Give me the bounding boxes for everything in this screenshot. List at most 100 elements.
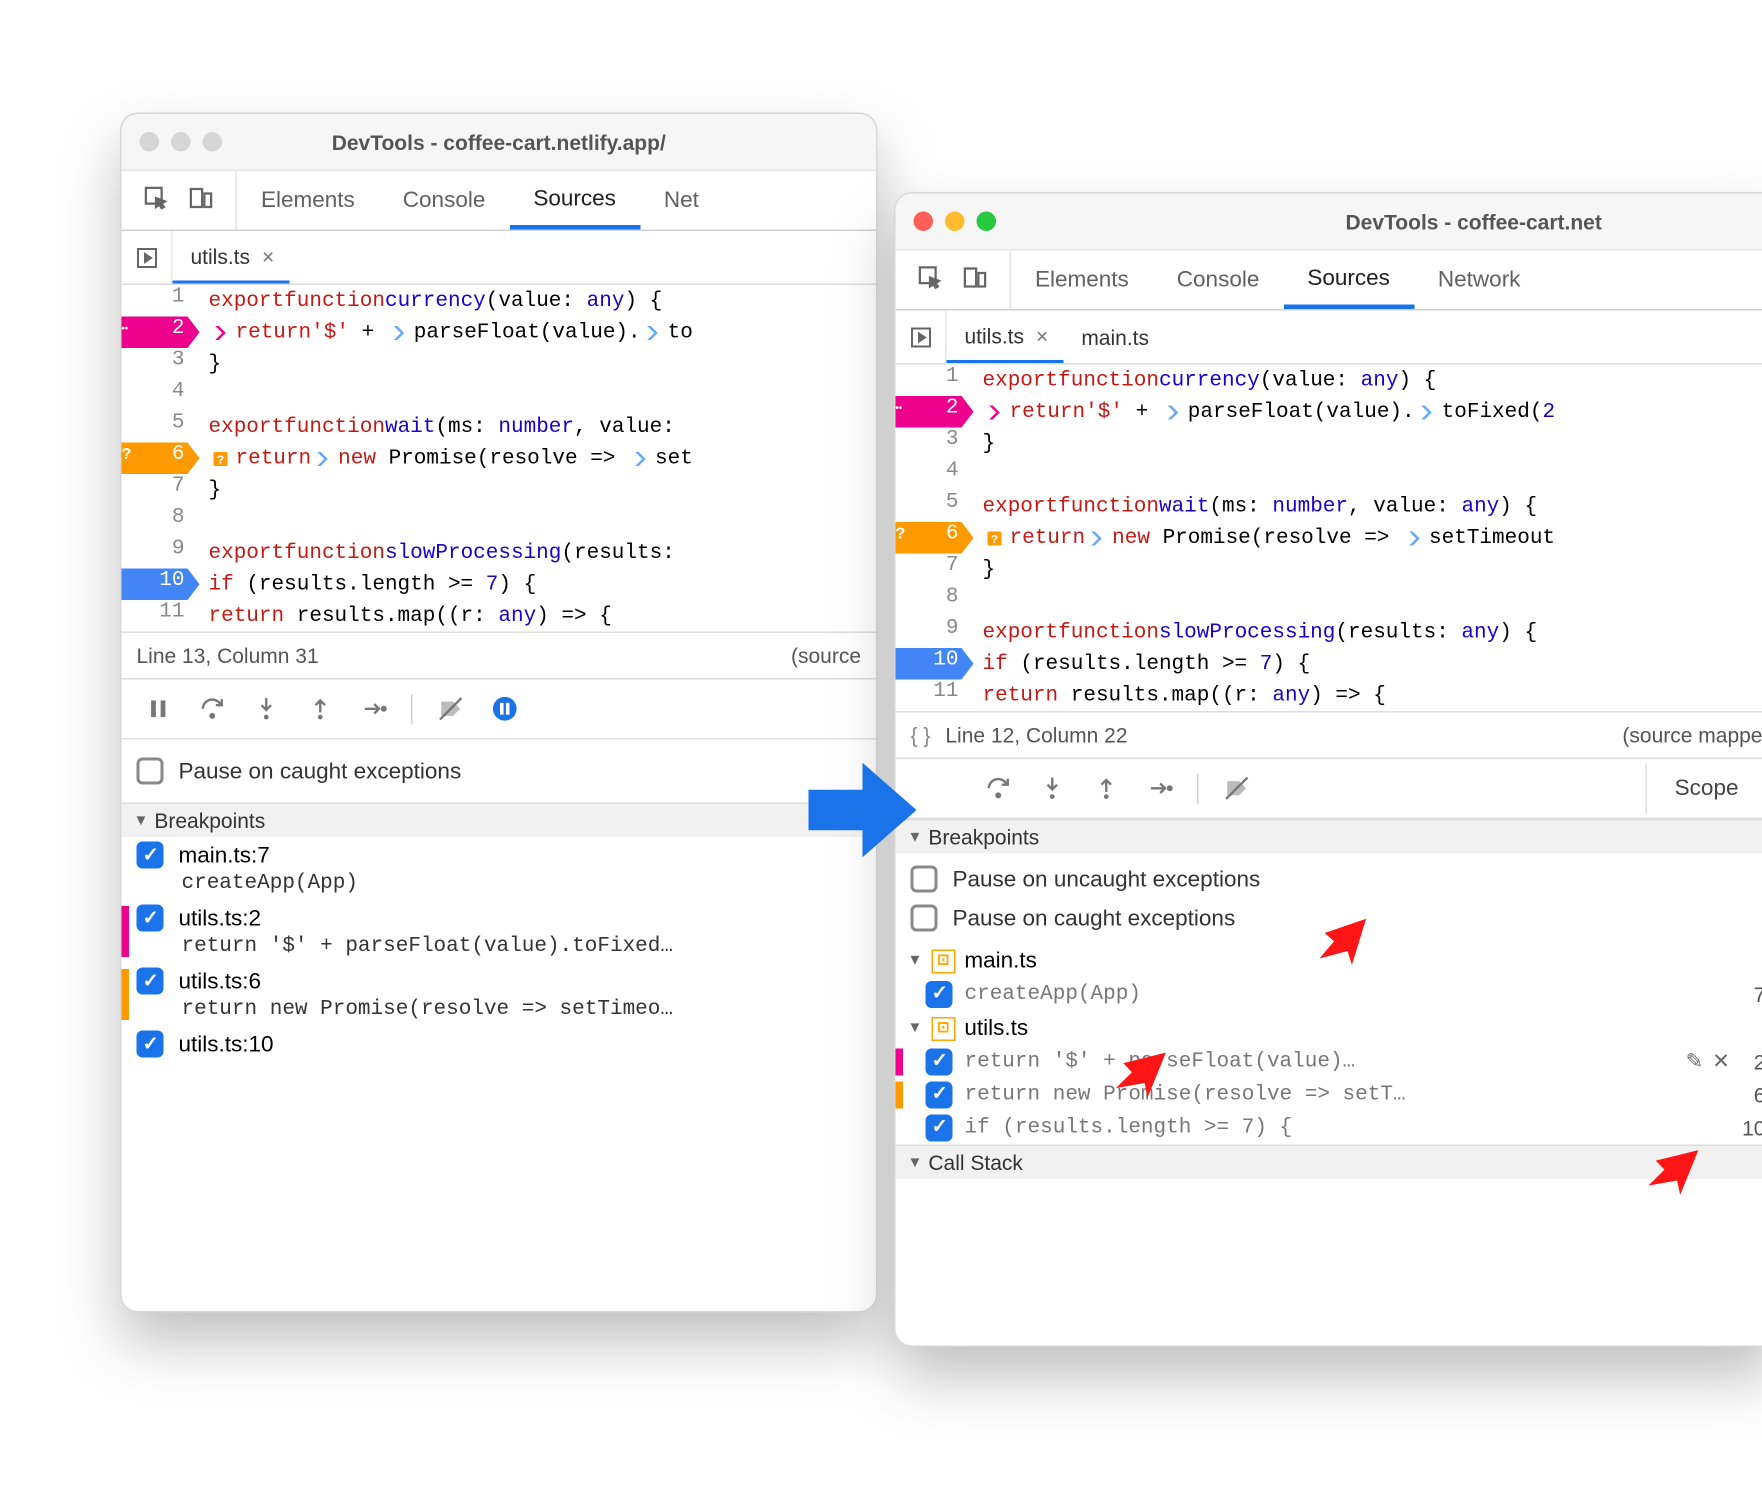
breakpoint-item[interactable]: utils.ts:10 [122, 1026, 877, 1062]
code-editor[interactable]: 1export function currency(value: any) {2… [122, 285, 877, 632]
file-tab-utils[interactable]: utils.ts × [173, 231, 290, 284]
checkbox-icon[interactable] [926, 981, 953, 1008]
step-icon[interactable] [350, 685, 398, 733]
zoom-icon[interactable] [977, 212, 997, 232]
disclosure-icon: ▼ [908, 953, 923, 970]
breakpoint-line: 10 [1730, 1116, 1762, 1140]
device-icon[interactable] [188, 184, 215, 217]
window-controls [140, 132, 223, 152]
step-into-icon[interactable] [1028, 764, 1076, 812]
tab-sources[interactable]: Sources [509, 171, 640, 230]
step-out-icon[interactable] [296, 685, 344, 733]
checkbox-icon[interactable] [911, 905, 938, 932]
section-label: Call Stack [928, 1151, 1023, 1175]
breakpoint-item[interactable]: return new Promise(resolve => setT… 6 [896, 1079, 1762, 1112]
checkbox-icon[interactable] [137, 968, 164, 995]
checkbox-icon[interactable] [137, 758, 164, 785]
zoom-icon[interactable] [203, 132, 223, 152]
file-icon: ⊡ [931, 1016, 955, 1040]
tab-elements[interactable]: Elements [1011, 251, 1153, 310]
inspect-tools [896, 251, 1012, 310]
breakpoint-file-group[interactable]: ▼⊡utils.ts [896, 1011, 1762, 1046]
breakpoint-code: return new Promise(resolve => setT… [965, 1083, 1730, 1107]
file-tab-main[interactable]: main.ts [1063, 311, 1161, 364]
divider [1197, 773, 1199, 803]
checkbox-icon[interactable] [137, 842, 164, 869]
close-icon[interactable] [914, 212, 934, 232]
window-title: DevTools - coffee-cart.net [896, 209, 1762, 233]
debugger-toolbar: Scope [896, 759, 1762, 819]
file-tab-utils[interactable]: utils.ts × [947, 311, 1064, 364]
titlebar: DevTools - coffee-cart.net [896, 194, 1762, 251]
pause-exceptions-icon[interactable] [480, 685, 528, 733]
pause-caught-checkbox[interactable]: Pause on caught exceptions [122, 752, 877, 791]
breakpoint-file: utils.ts:10 [179, 1031, 274, 1057]
breakpoints-list: main.ts:7createApp(App)utils.ts:2return … [122, 837, 877, 1062]
close-icon[interactable]: × [1033, 323, 1051, 347]
step-over-icon[interactable] [188, 685, 236, 733]
breakpoint-actions: ✎✕ [1686, 1049, 1730, 1075]
tab-console[interactable]: Console [379, 171, 510, 230]
status-bar: Line 13, Column 31 (source [122, 632, 877, 680]
step-into-icon[interactable] [242, 685, 290, 733]
code-editor[interactable]: 1export function currency(value: any) {2… [896, 365, 1762, 712]
file-name: utils.ts [964, 1016, 1028, 1042]
source-map-label: (source [791, 644, 861, 668]
deactivate-breakpoints-icon[interactable] [1212, 764, 1260, 812]
breakpoint-item[interactable]: utils.ts:6return new Promise(resolve => … [122, 963, 877, 1026]
breakpoint-item[interactable]: utils.ts:2return '$' + parseFloat(value)… [122, 900, 877, 963]
file-name: main.ts [964, 948, 1037, 974]
breakpoint-item[interactable]: if (results.length >= 7) { 10 [896, 1112, 1762, 1145]
section-label: Breakpoints [154, 809, 265, 833]
step-icon[interactable] [1136, 764, 1184, 812]
minimize-icon[interactable] [171, 132, 191, 152]
file-tabs: utils.ts × main.ts [896, 311, 1762, 365]
tab-console[interactable]: Console [1153, 251, 1284, 310]
deactivate-breakpoints-icon[interactable] [426, 685, 474, 733]
inspect-icon[interactable] [917, 263, 944, 296]
scope-tab[interactable]: Scope [1646, 764, 1762, 814]
tab-network[interactable]: Network [1414, 251, 1545, 310]
checkbox-icon[interactable] [926, 1049, 953, 1076]
disclosure-icon: ▼ [134, 812, 149, 829]
breakpoints-header[interactable]: ▼ Breakpoints [896, 819, 1762, 854]
tab-network[interactable]: Net [640, 171, 723, 230]
checkbox-label: Pause on caught exceptions [953, 905, 1236, 931]
debugger-toolbar [122, 680, 877, 740]
checkbox-label: Pause on uncaught exceptions [953, 866, 1261, 892]
window-controls [914, 212, 997, 232]
file-tab-label: utils.ts [965, 323, 1025, 347]
status-bar: { } Line 12, Column 22 (source mappe [896, 711, 1762, 759]
step-over-icon[interactable] [974, 764, 1022, 812]
breakpoint-line: 7 [1742, 983, 1762, 1007]
checkbox-icon[interactable] [137, 1031, 164, 1058]
breakpoint-line: 2 [1742, 1050, 1762, 1074]
minimize-icon[interactable] [945, 212, 965, 232]
navigator-icon[interactable] [122, 231, 173, 284]
breakpoints-header[interactable]: ▼ Breakpoints [122, 803, 877, 838]
breakpoint-code: return new Promise(resolve => setTimeo… [137, 995, 865, 1022]
breakpoint-code: if (results.length >= 7) { [965, 1116, 1719, 1140]
breakpoint-item[interactable]: main.ts:7createApp(App) [122, 837, 877, 900]
inspect-icon[interactable] [143, 184, 170, 217]
breakpoint-file: utils.ts:2 [179, 905, 262, 931]
step-out-icon[interactable] [1082, 764, 1130, 812]
checkbox-icon[interactable] [137, 905, 164, 932]
edit-icon[interactable]: ✎ [1686, 1049, 1704, 1075]
remove-icon[interactable]: ✕ [1712, 1049, 1730, 1075]
checkbox-icon[interactable] [926, 1115, 953, 1142]
panel-tabs: Elements Console Sources Net [122, 171, 877, 231]
close-icon[interactable]: × [259, 244, 277, 268]
device-icon[interactable] [962, 263, 989, 296]
pause-icon[interactable] [134, 685, 182, 733]
breakpoint-code: return '$' + parseFloat(value).toFixed… [137, 932, 865, 959]
tab-sources[interactable]: Sources [1283, 251, 1414, 310]
navigator-icon[interactable] [896, 311, 947, 364]
tab-elements[interactable]: Elements [237, 171, 379, 230]
breakpoint-line: 6 [1742, 1083, 1762, 1107]
svg-text:?: ? [991, 532, 998, 546]
breakpoint-item[interactable]: return '$' + parseFloat(value)…✎✕2 [896, 1046, 1762, 1079]
checkbox-icon[interactable] [926, 1082, 953, 1109]
panel-tabs: Elements Console Sources Network [896, 251, 1762, 311]
close-icon[interactable] [140, 132, 160, 152]
